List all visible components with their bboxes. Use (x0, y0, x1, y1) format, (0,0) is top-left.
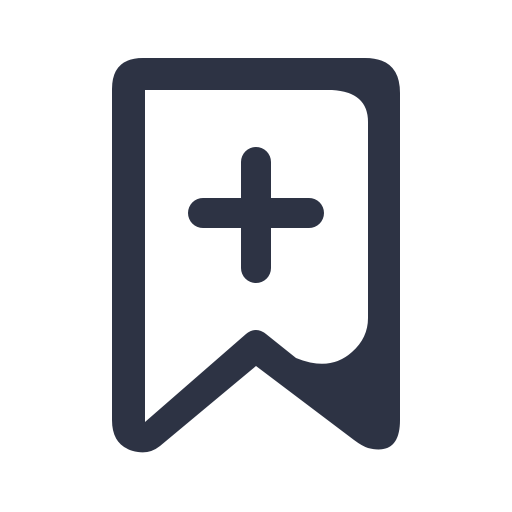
icon-canvas (0, 0, 512, 512)
bookmark-add-icon (112, 58, 400, 453)
plus-sign (188, 147, 324, 283)
